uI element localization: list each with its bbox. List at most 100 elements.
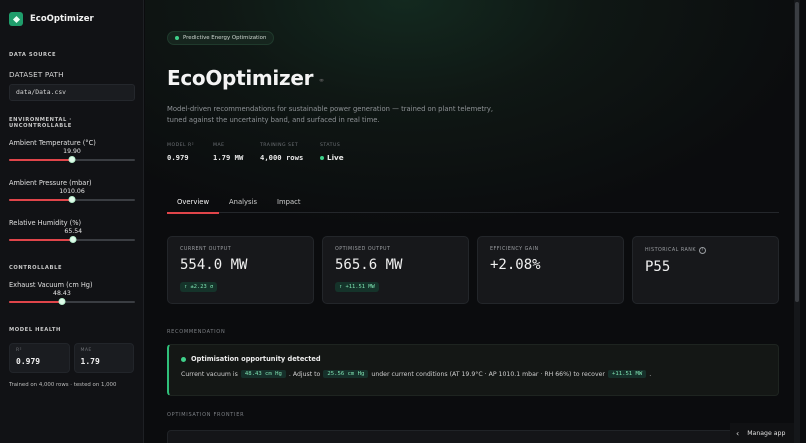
slider-value: 19.90: [63, 148, 81, 155]
mae-card: MAE 1.79: [73, 343, 134, 373]
help-icon[interactable]: ?: [699, 247, 707, 254]
stat-key: TRAINING SET: [260, 143, 299, 148]
reco-body: Current vacuum is 48.43 cm Hg . Adjust t…: [181, 370, 766, 378]
scrollbar[interactable]: [794, 0, 800, 443]
stat-training-set: TRAINING SET 4,000 rows: [260, 143, 320, 162]
model-stats: MODEL R² 0.979 MAE 1.79 MW TRAINING SET …: [167, 143, 344, 162]
card-delta-chip: ↑ +11.51 MW: [335, 282, 379, 292]
card-key: CURRENT OUTPUT: [180, 247, 232, 252]
slider-fill: [9, 239, 74, 241]
live-dot-icon: [320, 155, 324, 160]
category-pill: Predictive Energy Optimization: [167, 31, 275, 45]
recovered-power-value: +11.51 MW: [607, 370, 647, 378]
frontier-heading: OPTIMISATION FRONTIER: [167, 412, 245, 418]
stat-key: MAE: [213, 143, 225, 148]
slider-thumb[interactable]: [68, 156, 76, 163]
card-key-row: HISTORICAL RANK ?: [645, 247, 766, 254]
model-health-cards: R² 0.979 MAE 1.79: [9, 343, 134, 373]
slider-value: 65.54: [64, 228, 83, 235]
card-key: OPTIMISED OUTPUT: [335, 247, 391, 252]
slider-value: 48.43: [53, 290, 71, 297]
chevron-left-icon: ‹: [736, 428, 740, 438]
ambient-temperature-slider[interactable]: Ambient Temperature (°C) 19.90: [9, 139, 135, 169]
page-title-row: EcoOptimizer ⚭: [167, 66, 325, 90]
card-delta-chip: ↑ ±2.23 σ: [180, 282, 218, 292]
current-vacuum-value: 48.43 cm Hg: [240, 370, 286, 378]
environmental-heading: ENVIRONMENTAL · UNCONTROLLABLE: [9, 117, 72, 129]
reco-header: Optimisation opportunity detected: [181, 355, 766, 363]
slider-fill: [9, 301, 62, 303]
sidebar: EcoOptimizer DATA SOURCE DATASET PATH da…: [0, 0, 144, 443]
reco-text: . Adjust to: [288, 370, 321, 378]
tab-overview[interactable]: Overview: [167, 194, 219, 214]
stat-mae: MAE 1.79 MW: [213, 143, 260, 162]
ambient-pressure-slider[interactable]: Ambient Pressure (mbar) 1010.06: [9, 179, 135, 209]
stat-status: STATUS Live: [320, 143, 344, 162]
stat-key: MODEL R²: [167, 143, 195, 148]
target-vacuum-value: 25.56 cm Hg: [323, 370, 369, 378]
metric-key: MAE: [80, 348, 92, 353]
dataset-path-input[interactable]: data/Data.csv: [9, 84, 135, 101]
stat-value: 0.979: [167, 153, 189, 162]
card-value: P55: [645, 259, 671, 275]
card-value: +2.08%: [490, 257, 541, 273]
tab-bar: Overview Analysis Impact: [167, 194, 779, 214]
training-note: Trained on 4,000 rows · tested on 1,000: [9, 382, 117, 388]
slider-label: Ambient Pressure (mbar): [9, 179, 92, 187]
slider-thumb[interactable]: [68, 196, 76, 203]
slider-label: Ambient Temperature (°C): [9, 139, 96, 147]
page-title: EcoOptimizer: [167, 66, 314, 90]
metric-key: R²: [16, 348, 22, 353]
scrollbar-thumb[interactable]: [795, 2, 799, 302]
slider-thumb[interactable]: [58, 298, 66, 305]
stat-r2: MODEL R² 0.979: [167, 143, 213, 162]
app-name: EcoOptimizer: [30, 14, 94, 24]
stat-value: 4,000 rows: [260, 153, 304, 162]
recommendation-heading: RECOMMENDATION: [167, 329, 226, 335]
model-health-heading: MODEL HEALTH: [9, 327, 61, 333]
slider-fill: [9, 159, 72, 161]
metric-value: 1.79: [80, 357, 100, 366]
dataset-path-label: DATASET PATH: [9, 70, 64, 79]
controllable-heading: CONTROLLABLE: [9, 265, 63, 271]
main-content: Predictive Energy Optimization EcoOptimi…: [145, 0, 800, 443]
stat-value: Live: [327, 153, 344, 162]
tab-analysis[interactable]: Analysis: [219, 194, 267, 213]
app-logo-icon: [9, 12, 23, 26]
card-value: 565.6 MW: [335, 257, 403, 273]
link-icon[interactable]: ⚭: [318, 76, 325, 85]
manage-app-button[interactable]: ‹ Manage app: [730, 423, 794, 443]
pill-label: Predictive Energy Optimization: [183, 35, 267, 41]
relative-humidity-slider[interactable]: Relative Humidity (%) 65.54: [9, 219, 135, 249]
reco-text: Current vacuum is: [181, 370, 238, 378]
reco-text: .: [649, 370, 652, 378]
metric-value: 0.979: [16, 357, 41, 366]
page-description: Model-driven recommendations for sustain…: [167, 105, 494, 124]
slider-fill: [9, 199, 72, 201]
reco-text: under current conditions (AT 19.9°C · AP…: [371, 370, 605, 378]
brand: EcoOptimizer: [9, 10, 134, 28]
historical-rank-card: HISTORICAL RANK ? P55: [632, 236, 779, 304]
slider-thumb[interactable]: [69, 236, 77, 243]
frontier-panel: [167, 430, 779, 443]
status-live: Live: [320, 153, 344, 162]
reco-dot-icon: [181, 356, 186, 362]
stat-value: 1.79 MW: [213, 153, 244, 162]
stat-key: STATUS: [320, 143, 341, 148]
card-key: EFFICIENCY GAIN: [490, 247, 539, 252]
tab-impact[interactable]: Impact: [267, 194, 311, 213]
status-dot-icon: [175, 36, 179, 40]
exhaust-vacuum-slider[interactable]: Exhaust Vacuum (cm Hg) 48.43: [9, 281, 135, 311]
slider-label: Relative Humidity (%): [9, 219, 82, 227]
reco-title: Optimisation opportunity detected: [191, 355, 321, 363]
recommendation-panel: Optimisation opportunity detected Curren…: [167, 344, 779, 396]
manage-app-label: Manage app: [747, 429, 786, 437]
card-key: HISTORICAL RANK: [645, 248, 697, 253]
slider-label: Exhaust Vacuum (cm Hg): [9, 281, 93, 289]
optimised-output-card: OPTIMISED OUTPUT 565.6 MW ↑ +11.51 MW: [322, 236, 469, 304]
kpi-cards: CURRENT OUTPUT 554.0 MW ↑ ±2.23 σ OPTIMI…: [167, 236, 779, 304]
efficiency-gain-card: EFFICIENCY GAIN +2.08%: [477, 236, 624, 304]
data-source-heading: DATA SOURCE: [9, 52, 57, 58]
card-value: 554.0 MW: [180, 257, 248, 273]
r2-card: R² 0.979: [9, 343, 70, 373]
